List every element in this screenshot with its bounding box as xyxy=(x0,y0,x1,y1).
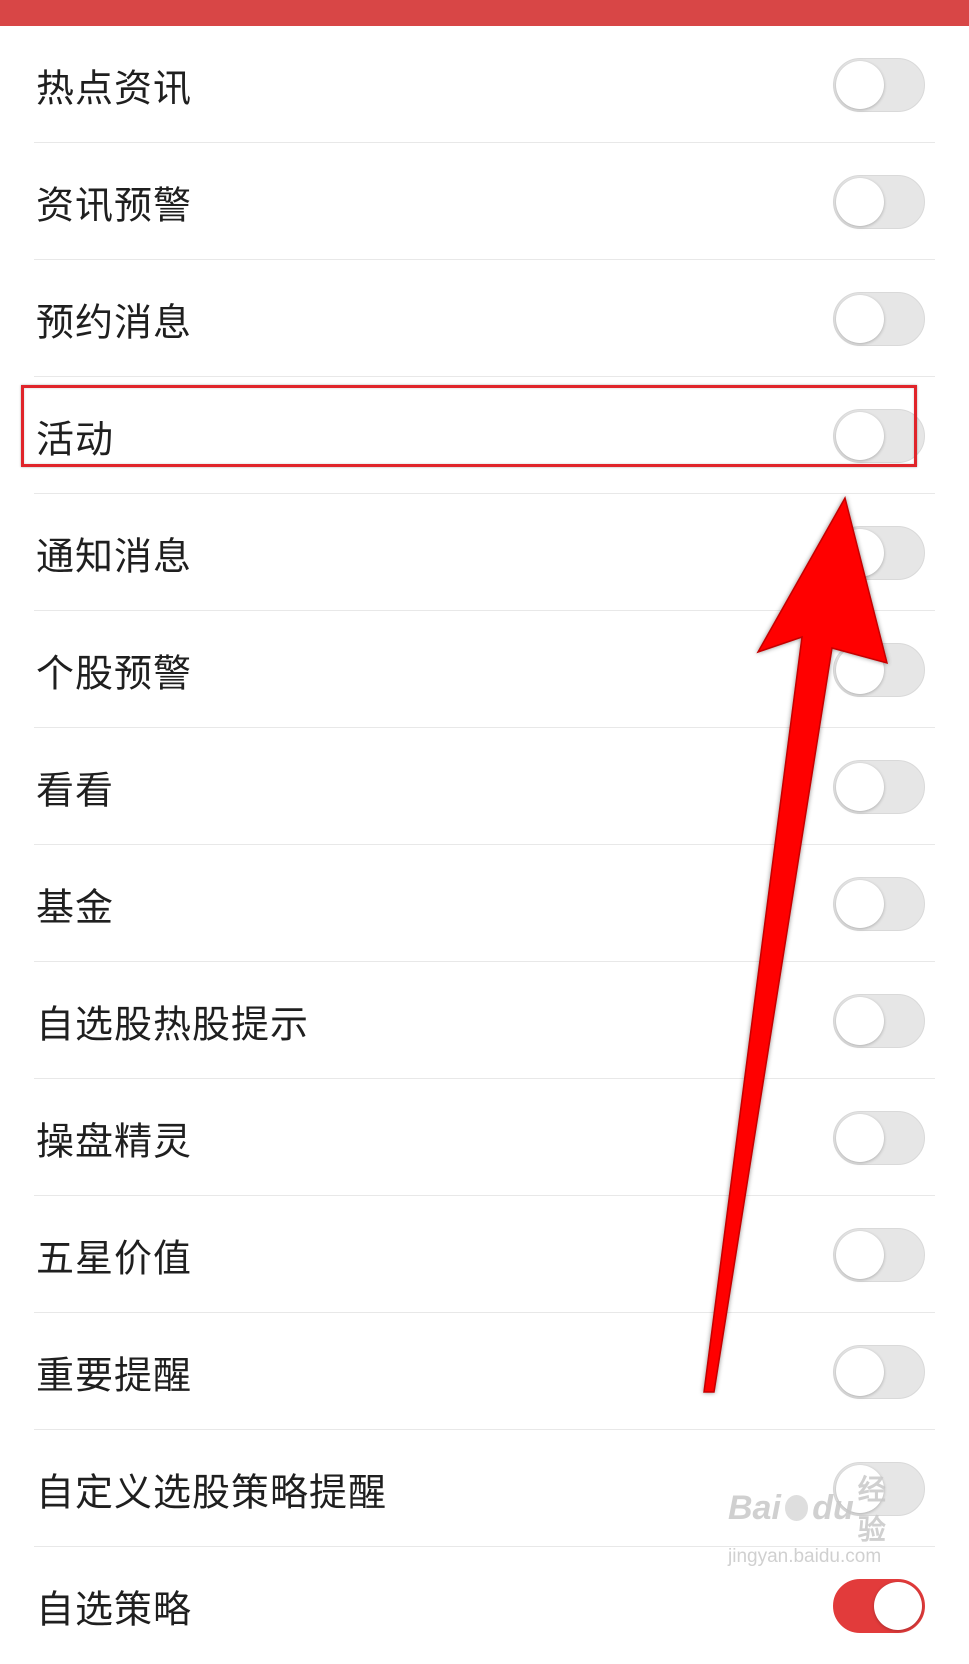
watermark-logo-text: Bai xyxy=(728,1488,781,1527)
setting-label: 基金 xyxy=(36,885,115,929)
stock-alert-toggle[interactable] xyxy=(833,642,925,697)
setting-label: 自定义选股策略提醒 xyxy=(36,1470,388,1514)
paw-icon xyxy=(784,1495,809,1521)
toggle-knob xyxy=(836,996,884,1045)
highlight-box xyxy=(21,385,917,467)
setting-label: 自选股热股提示 xyxy=(36,1002,310,1046)
setting-label: 重要提醒 xyxy=(36,1353,193,1397)
toggle-knob xyxy=(836,177,884,226)
setting-row-news-alert[interactable]: 资讯预警 xyxy=(0,143,969,260)
setting-label: 预约消息 xyxy=(36,300,193,344)
hot-news-toggle[interactable] xyxy=(833,57,925,112)
setting-row-important[interactable]: 重要提醒 xyxy=(0,1313,969,1430)
important-toggle[interactable] xyxy=(833,1344,925,1399)
setting-label: 五星价值 xyxy=(36,1236,193,1280)
watchlist-strategy-toggle[interactable] xyxy=(833,1578,925,1633)
setting-row-watchlist-hot[interactable]: 自选股热股提示 xyxy=(0,962,969,1079)
toggle-knob xyxy=(836,879,884,928)
setting-label: 个股预警 xyxy=(36,651,193,695)
setting-row-kankan[interactable]: 看看 xyxy=(0,728,969,845)
setting-row-notification[interactable]: 通知消息 xyxy=(0,494,969,611)
setting-label: 看看 xyxy=(36,768,115,812)
setting-row-appointment[interactable]: 预约消息 xyxy=(0,260,969,377)
baidu-watermark: Bai du 经验 jingyan.baidu.com xyxy=(728,1468,908,1567)
toggle-knob xyxy=(836,1347,884,1396)
toggle-knob xyxy=(836,528,884,577)
toggle-knob xyxy=(836,1113,884,1162)
watchlist-hot-toggle[interactable] xyxy=(833,993,925,1048)
top-bar xyxy=(0,0,969,26)
toggle-knob xyxy=(836,60,884,109)
watermark-logo-text-2: du xyxy=(812,1488,854,1527)
toggle-knob xyxy=(836,645,884,694)
setting-label: 热点资讯 xyxy=(36,66,193,110)
toggle-knob xyxy=(836,762,884,811)
setting-row-trading-wizard[interactable]: 操盘精灵 xyxy=(0,1079,969,1196)
setting-label: 通知消息 xyxy=(36,534,193,578)
notification-toggle[interactable] xyxy=(833,525,925,580)
setting-row-five-star[interactable]: 五星价值 xyxy=(0,1196,969,1313)
news-alert-toggle[interactable] xyxy=(833,174,925,229)
setting-label: 操盘精灵 xyxy=(36,1119,193,1163)
watermark-url: jingyan.baidu.com xyxy=(728,1546,882,1567)
watermark-logo: Bai du 经验 xyxy=(728,1468,908,1548)
settings-list: 热点资讯 资讯预警 预约消息 活动 通知消息 个股预警 看看 基金 自选股热股提 xyxy=(0,26,969,1664)
setting-label: 资讯预警 xyxy=(36,183,193,227)
setting-row-stock-alert[interactable]: 个股预警 xyxy=(0,611,969,728)
setting-label: 自选策略 xyxy=(36,1587,193,1631)
kankan-toggle[interactable] xyxy=(833,759,925,814)
setting-row-fund[interactable]: 基金 xyxy=(0,845,969,962)
toggle-knob xyxy=(874,1581,922,1630)
appointment-toggle[interactable] xyxy=(833,291,925,346)
toggle-knob xyxy=(836,1230,884,1279)
toggle-knob xyxy=(836,294,884,343)
trading-wizard-toggle[interactable] xyxy=(833,1110,925,1165)
watermark-logo-cn: 经验 xyxy=(857,1474,886,1545)
setting-row-hot-news[interactable]: 热点资讯 xyxy=(0,26,969,143)
five-star-toggle[interactable] xyxy=(833,1227,925,1282)
fund-toggle[interactable] xyxy=(833,876,925,931)
